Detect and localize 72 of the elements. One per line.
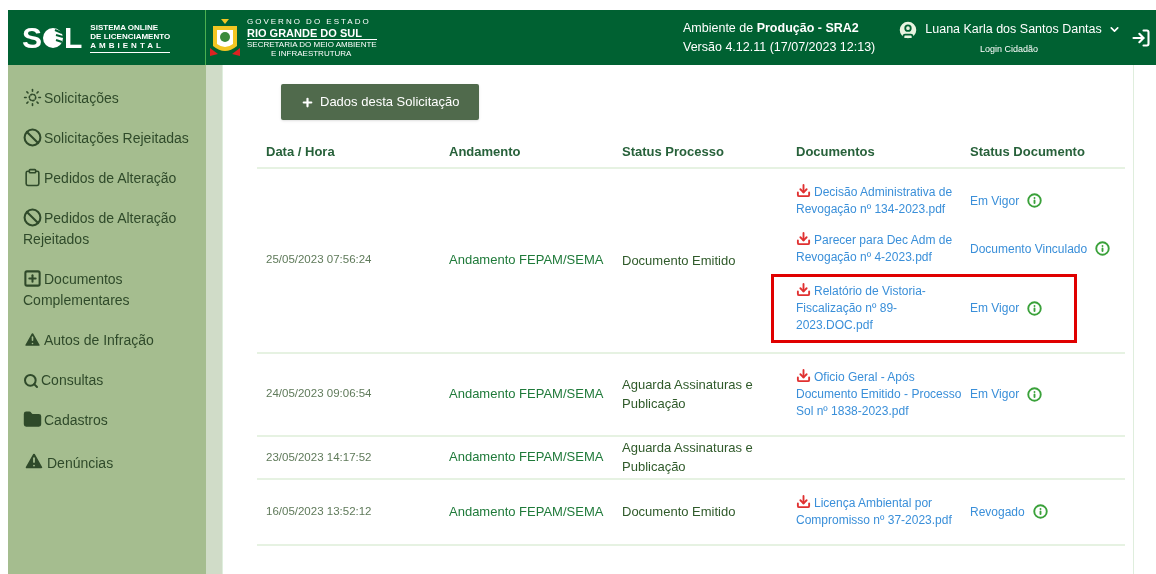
warning-icon — [23, 330, 42, 349]
plus-square-icon — [23, 269, 42, 288]
clipboard-icon — [23, 168, 42, 187]
document-link[interactable]: Oficio Geral - Após Documento Emitido - Processo Sol nº 1838-2023.pdf — [796, 368, 970, 420]
government-text: GOVERNO DO ESTADO — [247, 17, 372, 27]
sidebar-item[interactable]: Autos de Infração — [23, 330, 200, 351]
document-link[interactable]: Decisão Administrativa de Revogação nº 134-2023.pdf — [796, 183, 970, 218]
folder-icon — [23, 410, 42, 429]
sidebar-item[interactable]: Solicitações Rejeitadas — [23, 128, 200, 149]
environment-text: Ambiente de Produção - SRA2 — [683, 19, 860, 37]
table-cell-text: Andamento FEPAM/SEMA — [449, 448, 604, 467]
info-icon[interactable] — [1027, 300, 1043, 316]
table-cell-text: 23/05/2023 14:17:52 — [266, 449, 372, 465]
table-cell-text: 25/05/2023 07:56:24 — [266, 252, 372, 268]
sidebar-item[interactable]: Pedidos de Alteração Rejeitados — [23, 208, 200, 250]
sidebar-item[interactable]: Cadastros — [23, 410, 200, 431]
column-header: Status Documento — [969, 143, 1086, 161]
column-header: Status Processo — [613, 142, 787, 169]
document-link[interactable]: Relatório de Vistoria-Fiscalização nº 89-2023.DOC.pdf — [796, 282, 970, 334]
info-icon[interactable] — [1032, 504, 1048, 520]
download-icon — [796, 494, 811, 510]
document-status: Em Vigor — [970, 300, 1020, 317]
document-status: Revogado — [970, 503, 1025, 521]
plus-icon — [301, 95, 314, 109]
government-text: E INFRAESTRUTURA — [270, 49, 353, 58]
logout-icon[interactable] — [1130, 27, 1151, 48]
user-icon — [897, 18, 920, 41]
info-icon[interactable] — [1027, 386, 1043, 402]
table-cell-text: Documento Emitido — [622, 251, 737, 270]
info-icon[interactable] — [1095, 241, 1111, 256]
user-menu[interactable]: Luana Karla dos Santos Dantas — [897, 18, 1121, 41]
table-cell-text: Andamento FEPAM/SEMA — [449, 385, 604, 404]
sun-icon — [23, 88, 42, 107]
table-cell-text: Aguarda Assinaturas e Publicação — [622, 376, 754, 413]
ban-icon — [23, 128, 42, 147]
document-status: Em Vigor — [970, 386, 1020, 403]
logo-text: SISTEMA ONLINE — [90, 22, 160, 32]
document-link[interactable]: Parecer para Dec Adm de Revogação nº 4-2023.pdf — [796, 231, 970, 266]
version-text: Versão 4.12.11 (17/07/2023 12:13) — [683, 38, 876, 56]
government-text: SECRETARIA DO MEIO AMBIENTE — [247, 40, 377, 49]
logo-text: DE LICENCIAMENTO — [90, 31, 171, 41]
sidebar-item[interactable]: Denúncias — [23, 450, 200, 474]
table-cell-text: Aguarda Assinaturas e Publicação — [622, 439, 754, 477]
column-header: Andamento — [440, 142, 613, 169]
sidebar-item[interactable]: Documentos Complementares — [23, 269, 200, 311]
download-icon — [796, 182, 811, 198]
globe-icon — [42, 26, 64, 49]
details-button[interactable]: Dados desta Solicitação — [281, 84, 480, 120]
table-cell-text: Andamento FEPAM/SEMA — [449, 251, 604, 270]
download-icon — [796, 281, 811, 297]
sidebar-item[interactable]: Solicitações — [23, 88, 200, 109]
table-cell-text: Andamento FEPAM/SEMA — [449, 503, 604, 521]
warning-icon — [23, 450, 45, 472]
logo-text: AMBIENTAL — [90, 40, 165, 50]
table-cell-text: 24/05/2023 09:06:54 — [266, 386, 372, 402]
download-icon — [796, 230, 811, 246]
document-link[interactable]: Licença Ambiental por Compromisso nº 37-2023.pdf — [796, 494, 970, 529]
table-cell-text: 16/05/2023 13:52:12 — [266, 504, 372, 520]
logo: S L — [22, 22, 83, 53]
sidebar-item[interactable]: Consultas — [23, 370, 200, 391]
government-text: RIO GRANDE DO SUL — [247, 27, 377, 40]
sidebar-item[interactable]: Pedidos de Alteração — [23, 168, 200, 189]
document-status: Documento Vinculado — [970, 240, 1088, 258]
column-header: Documentos — [795, 143, 876, 161]
document-status: Em Vigor — [970, 192, 1020, 210]
info-icon[interactable] — [1027, 193, 1043, 208]
ban-icon — [23, 208, 42, 227]
column-header: Data / Hora — [257, 142, 440, 169]
download-icon — [796, 367, 811, 383]
search-icon — [23, 373, 39, 389]
login-type: Login Cidadão — [980, 42, 1039, 56]
table-cell-text: Documento Emitido — [622, 503, 737, 522]
